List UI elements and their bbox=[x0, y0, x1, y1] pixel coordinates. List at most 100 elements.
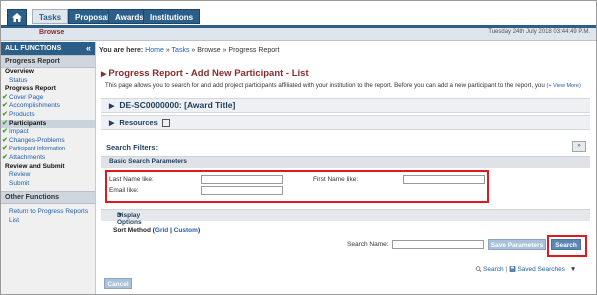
sidebar-header: ALL FUNCTIONS « bbox=[1, 42, 95, 55]
top-nav: Tasks Proposals Awards Institutions bbox=[1, 1, 596, 28]
sidebar-item-changes-problems[interactable]: ✔ Changes-Problems bbox=[1, 137, 95, 146]
page-description: This page allows you to search for and a… bbox=[105, 82, 581, 89]
search-name-label: Search Name: bbox=[347, 241, 389, 248]
disk-icon bbox=[509, 266, 516, 273]
sort-custom-link[interactable]: Custom bbox=[174, 227, 198, 234]
checkmark-icon: ✔ bbox=[2, 136, 8, 144]
return-link-line1: Return to Progress Reports bbox=[9, 208, 89, 216]
last-name-label: Last Name like: bbox=[109, 176, 154, 183]
home-icon bbox=[12, 13, 22, 22]
search-link-text: Search bbox=[483, 266, 504, 273]
double-chevron-left-icon[interactable]: « bbox=[86, 42, 91, 55]
breadcrumb-tasks[interactable]: Tasks bbox=[172, 47, 190, 54]
search-link[interactable]: Search bbox=[475, 266, 504, 273]
divider: | bbox=[505, 266, 508, 273]
sidebar-item-status[interactable]: Status bbox=[1, 77, 95, 86]
triangle-right-icon: ▶ bbox=[109, 120, 115, 127]
tab-tasks[interactable]: Tasks bbox=[32, 9, 69, 24]
sidebar-item-submit[interactable]: Submit bbox=[1, 180, 95, 189]
sidebar-item-label: Review bbox=[9, 171, 31, 179]
saved-searches-text: Saved Searches bbox=[517, 266, 566, 273]
breadcrumb: You are here: Home » Tasks » Browse » Pr… bbox=[99, 47, 279, 54]
sidebar-item-cover-page[interactable]: ✔ Cover Page bbox=[1, 94, 95, 103]
sidebar-item-label: Attachments bbox=[9, 153, 46, 161]
dropdown-caret-icon[interactable]: ▼ bbox=[570, 266, 576, 273]
checkmark-icon: ✔ bbox=[2, 102, 8, 110]
sidebar-items: Overview Status Progress Report ✔ Cover Page… bbox=[1, 68, 95, 188]
sidebar-item-accomplishments[interactable]: ✔ Accomplishments bbox=[1, 102, 95, 111]
resources-band[interactable]: ▶ Resources bbox=[101, 115, 590, 130]
breadcrumb-current: Progress Report bbox=[228, 47, 280, 54]
magnifier-icon bbox=[475, 266, 482, 273]
sub-nav-browse[interactable]: Browse bbox=[39, 29, 64, 36]
datetime: Tuesday 24th July 2018 03:44:49 P.M. bbox=[488, 29, 590, 35]
breadcrumb-home[interactable]: Home bbox=[145, 47, 164, 54]
page-title-text: Progress Report - Add New Participant - … bbox=[108, 68, 309, 79]
cancel-button[interactable]: Cancel bbox=[104, 278, 132, 289]
sidebar-item-label: Impact bbox=[9, 128, 29, 136]
sidebar-item-label: Changes-Problems bbox=[9, 136, 65, 144]
sidebar-item-review[interactable]: Review bbox=[1, 171, 95, 180]
breadcrumb-browse: Browse bbox=[197, 47, 221, 54]
last-name-input[interactable] bbox=[201, 175, 283, 184]
sidebar-item-label: Progress Report bbox=[5, 85, 56, 93]
sidebar-section-progress-report: Progress Report bbox=[1, 55, 95, 68]
first-name-input[interactable] bbox=[403, 175, 485, 184]
sort-method-label: Sort Method bbox=[113, 227, 151, 234]
checkmark-icon: ✔ bbox=[2, 93, 8, 101]
award-header-text: DE-SC0000000: [Award Title] bbox=[119, 100, 236, 110]
sidebar-item-attachments[interactable]: ✔ Attachments bbox=[1, 154, 95, 163]
display-options-band[interactable]: ▼ Display Options bbox=[101, 209, 590, 226]
breadcrumb-sep: » bbox=[191, 47, 196, 54]
expand-chevron-icon[interactable]: » bbox=[572, 141, 586, 152]
sidebar-item-label: Cover Page bbox=[9, 93, 44, 101]
email-input[interactable] bbox=[201, 186, 283, 195]
award-header: ▶ DE-SC0000000: [Award Title] bbox=[109, 100, 235, 110]
email-label: Email like: bbox=[109, 187, 139, 194]
home-button[interactable] bbox=[7, 9, 27, 26]
search-filters-title: Search Filters: bbox=[106, 143, 159, 152]
sort-sep: | bbox=[170, 227, 172, 234]
return-link-line2: List bbox=[9, 217, 20, 225]
app-frame: Tasks Proposals Awards Institutions Brow… bbox=[0, 0, 597, 295]
external-link-icon[interactable] bbox=[161, 119, 170, 128]
sidebar-item-impact[interactable]: ✔ Impact bbox=[1, 128, 95, 137]
sidebar-item-participant-information[interactable]: ✔ Participant Information bbox=[1, 145, 95, 154]
search-name-input[interactable] bbox=[392, 240, 484, 249]
sidebar-item-label: Participant Information bbox=[9, 146, 65, 153]
saved-searches-link[interactable]: Saved Searches bbox=[509, 266, 565, 273]
page-description-text: This page allows you to search for and a… bbox=[105, 82, 545, 89]
sidebar-item-label: Accomplishments bbox=[9, 102, 60, 110]
resources-text: Resources bbox=[119, 118, 158, 127]
sidebar-item-return-link[interactable]: Return to Progress Reports List bbox=[1, 207, 95, 225]
display-options-text: Display Options bbox=[117, 212, 142, 226]
sidebar-item-label: Submit bbox=[9, 179, 30, 187]
checkmark-icon: ✔ bbox=[2, 119, 8, 127]
sidebar-item-participants[interactable]: ✔ Participants bbox=[1, 119, 95, 129]
checkmark-icon: ✔ bbox=[2, 153, 8, 161]
tab-institutions[interactable]: Institutions bbox=[143, 9, 201, 24]
search-button[interactable]: Search bbox=[551, 239, 581, 250]
main-content: You are here: Home » Tasks » Browse » Pr… bbox=[97, 42, 596, 294]
sidebar: ALL FUNCTIONS « Progress Report Overview… bbox=[1, 42, 96, 294]
sidebar-item-progress-report: Progress Report bbox=[1, 85, 95, 94]
sidebar-item-label: Status bbox=[9, 76, 28, 84]
triangle-right-icon: ▶ bbox=[101, 71, 107, 78]
basic-params-header: Basic Search Parameters bbox=[101, 156, 590, 168]
save-parameters-button[interactable]: Save Parameters bbox=[488, 239, 546, 250]
resources-header: ▶ Resources bbox=[109, 118, 170, 128]
sort-method: Sort Method (Grid | Custom) bbox=[113, 227, 201, 234]
view-more-link[interactable]: (+ View More) bbox=[547, 83, 581, 89]
sidebar-item-label: Overview bbox=[5, 68, 34, 75]
triangle-right-icon: ▶ bbox=[109, 103, 115, 110]
sub-nav: Browse Tuesday 24th July 2018 03:44:49 P… bbox=[1, 28, 596, 41]
sidebar-item-products[interactable]: ✔ Products bbox=[1, 111, 95, 120]
checkmark-icon: ✔ bbox=[2, 145, 8, 153]
sidebar-section-other-functions: Other Functions bbox=[1, 191, 95, 205]
checkmark-icon: ✔ bbox=[2, 110, 8, 118]
award-header-band[interactable]: ▶ DE-SC0000000: [Award Title] bbox=[101, 98, 590, 113]
sort-grid-link[interactable]: Grid bbox=[155, 227, 168, 234]
breadcrumb-prefix: You are here: bbox=[99, 47, 144, 54]
sidebar-item-label: Participants bbox=[9, 119, 47, 127]
basic-params-label: Basic Search Parameters bbox=[109, 158, 188, 165]
